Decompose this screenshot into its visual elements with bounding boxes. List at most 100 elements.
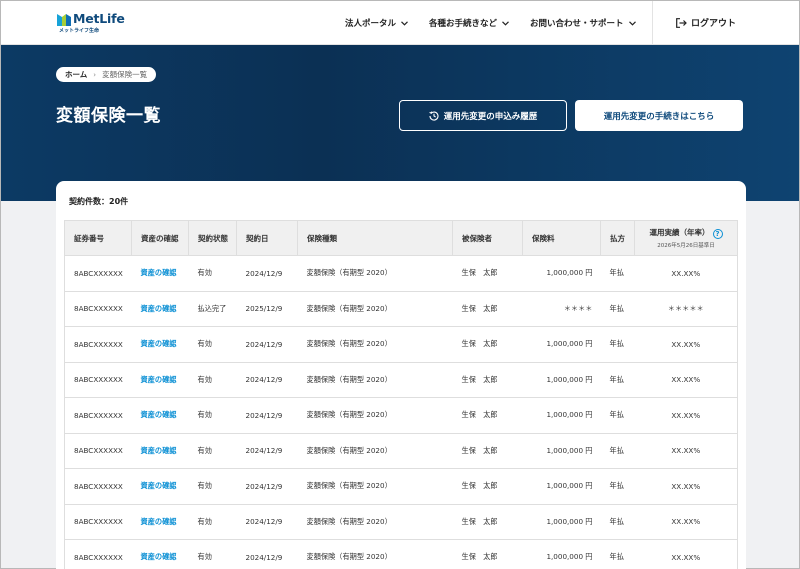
cell-insurance-type: 変額保険（有期型 2020）	[297, 362, 453, 398]
cell-insurance-type: 変額保険（有期型 2020）	[297, 468, 453, 505]
cell-status: 有効	[188, 468, 237, 505]
cell-status: 払込完了	[188, 291, 237, 327]
logo-mark-icon	[57, 14, 71, 26]
cell-payment-method: 年払	[600, 433, 635, 469]
cell-payment-method: 年払	[600, 326, 635, 363]
col-header-payment: 払方	[600, 220, 635, 256]
table-row: 8ABCXXXXXX 資産の確認 払込完了 2025/12/9 変額保険（有期型 202…	[64, 291, 738, 327]
site-header: MetLife メットライフ生命 法人ポータル 各種お手続きなど お問い合わせ・…	[1, 1, 799, 45]
cell-contract-date: 2024/12/9	[236, 326, 298, 363]
cell-contract-date: 2024/12/9	[236, 397, 298, 434]
page-title: 変額保険一覧	[56, 106, 161, 126]
history-icon	[429, 110, 439, 121]
cell-insured: 生保 太郎	[452, 539, 523, 569]
cell-asset: 資産の確認	[131, 397, 189, 434]
col-header-performance: 運用実績（年率）? 2026年5月26日基準日	[634, 220, 738, 256]
col-header-asset: 資産の確認	[131, 220, 189, 256]
history-button[interactable]: 運用先変更の申込み履歴	[399, 100, 567, 131]
cell-status: 有効	[188, 433, 237, 469]
chevron-right-icon: ›	[93, 70, 97, 79]
history-button-label: 運用先変更の申込み履歴	[443, 111, 538, 122]
cell-asset: 資産の確認	[131, 433, 189, 469]
cell-asset: 資産の確認	[131, 291, 189, 327]
cell-premium: 1,000,000 円	[522, 362, 601, 398]
asset-check-link[interactable]: 資産の確認	[141, 410, 177, 419]
asset-check-link[interactable]: 資産の確認	[141, 481, 177, 490]
cell-payment-method: 年払	[600, 504, 635, 540]
nav-label: 各種お手続きなど	[429, 19, 498, 29]
cell-policy-number: 8ABCXXXXXX	[64, 291, 132, 327]
cell-insurance-type: 変額保険（有期型 2020）	[297, 504, 453, 540]
help-icon[interactable]: ?	[712, 229, 723, 239]
cell-premium: 1,000,000 円	[522, 504, 601, 540]
cell-policy-number: 8ABCXXXXXX	[64, 397, 132, 434]
asset-check-link[interactable]: 資産の確認	[141, 517, 177, 526]
cell-status: 有効	[188, 539, 237, 569]
table-header-row: 証券番号 資産の確認 契約状態 契約日 保険種類 被保険者 保険料 払方 運用実…	[64, 220, 738, 256]
asset-check-link[interactable]: 資産の確認	[141, 446, 177, 455]
cell-performance: XX.XX%	[634, 504, 738, 540]
procedure-button-label: 運用先変更の手続きはこちら	[603, 111, 715, 122]
asset-check-link[interactable]: 資産の確認	[141, 304, 177, 313]
cell-premium: ＊＊＊＊	[522, 291, 601, 327]
contract-count: 契約件数：20件	[69, 197, 129, 206]
cell-status: 有効	[188, 397, 237, 434]
cell-performance: XX.XX%	[634, 326, 738, 363]
metlife-logo[interactable]: MetLife メットライフ生命	[57, 11, 127, 34]
cell-insured: 生保 太郎	[452, 468, 523, 505]
chevron-down-icon	[502, 20, 509, 26]
cell-performance: XX.XX%	[634, 362, 738, 398]
cell-asset: 資産の確認	[131, 468, 189, 505]
cell-policy-number: 8ABCXXXXXX	[64, 326, 132, 363]
cell-insurance-type: 変額保険（有期型 2020）	[297, 433, 453, 469]
cell-contract-date: 2024/12/9	[236, 468, 298, 505]
nav-corporate-portal[interactable]: 法人ポータル	[345, 17, 408, 29]
cell-premium: 1,000,000 円	[522, 255, 601, 292]
cell-contract-date: 2025/12/9	[236, 291, 298, 327]
asset-check-link[interactable]: 資産の確認	[141, 552, 177, 561]
table-row: 8ABCXXXXXX 資産の確認 有効 2024/12/9 変額保険（有期型 2020）…	[64, 433, 738, 469]
cell-insured: 生保 太郎	[452, 362, 523, 398]
table-row: 8ABCXXXXXX 資産の確認 有効 2024/12/9 変額保険（有期型 2020）…	[64, 255, 738, 292]
cell-status: 有効	[188, 255, 237, 292]
logout-button[interactable]: ログアウト	[676, 16, 736, 29]
cell-premium: 1,000,000 円	[522, 539, 601, 569]
breadcrumb-current: 変額保険一覧	[102, 70, 148, 79]
cell-insured: 生保 太郎	[452, 397, 523, 434]
nav-divider	[652, 1, 653, 44]
nav-procedures[interactable]: 各種お手続きなど	[429, 17, 509, 29]
cell-payment-method: 年払	[600, 539, 635, 569]
table-row: 8ABCXXXXXX 資産の確認 有効 2024/12/9 変額保険（有期型 2020）…	[64, 468, 738, 505]
performance-base-date: 2026年5月26日基準日	[657, 243, 715, 249]
chevron-down-icon	[401, 20, 408, 26]
asset-check-link[interactable]: 資産の確認	[141, 339, 177, 348]
cell-status: 有効	[188, 504, 237, 540]
nav-label: 法人ポータル	[345, 19, 397, 29]
cell-performance: XX.XX%	[634, 397, 738, 434]
cell-performance: XX.XX%	[634, 255, 738, 292]
cell-asset: 資産の確認	[131, 362, 189, 398]
cell-insured: 生保 太郎	[452, 291, 523, 327]
asset-check-link[interactable]: 資産の確認	[141, 268, 177, 277]
logo-text: MetLife	[73, 11, 125, 26]
cell-premium: 1,000,000 円	[522, 397, 601, 434]
cell-payment-method: 年払	[600, 468, 635, 505]
asset-check-link[interactable]: 資産の確認	[141, 375, 177, 384]
cell-policy-number: 8ABCXXXXXX	[64, 468, 132, 505]
cell-performance: XX.XX%	[634, 468, 738, 505]
contract-table: 証券番号 資産の確認 契約状態 契約日 保険種類 被保険者 保険料 払方 運用実…	[64, 220, 738, 569]
cell-policy-number: 8ABCXXXXXX	[64, 504, 132, 540]
logout-label: ログアウト	[691, 19, 737, 29]
cell-contract-date: 2024/12/9	[236, 539, 298, 569]
cell-status: 有効	[188, 362, 237, 398]
performance-label: 運用実績（年率）	[649, 228, 710, 237]
table-row: 8ABCXXXXXX 資産の確認 有効 2024/12/9 変額保険（有期型 2020）…	[64, 397, 738, 434]
breadcrumb-home[interactable]: ホーム	[65, 69, 87, 80]
cell-policy-number: 8ABCXXXXXX	[64, 539, 132, 569]
cell-policy-number: 8ABCXXXXXX	[64, 362, 132, 398]
procedure-button[interactable]: 運用先変更の手続きはこちら	[575, 100, 743, 131]
nav-support[interactable]: お問い合わせ・サポート	[530, 17, 636, 29]
cell-asset: 資産の確認	[131, 539, 189, 569]
cell-policy-number: 8ABCXXXXXX	[64, 433, 132, 469]
table-row: 8ABCXXXXXX 資産の確認 有効 2024/12/9 変額保険（有期型 2020）…	[64, 504, 738, 540]
